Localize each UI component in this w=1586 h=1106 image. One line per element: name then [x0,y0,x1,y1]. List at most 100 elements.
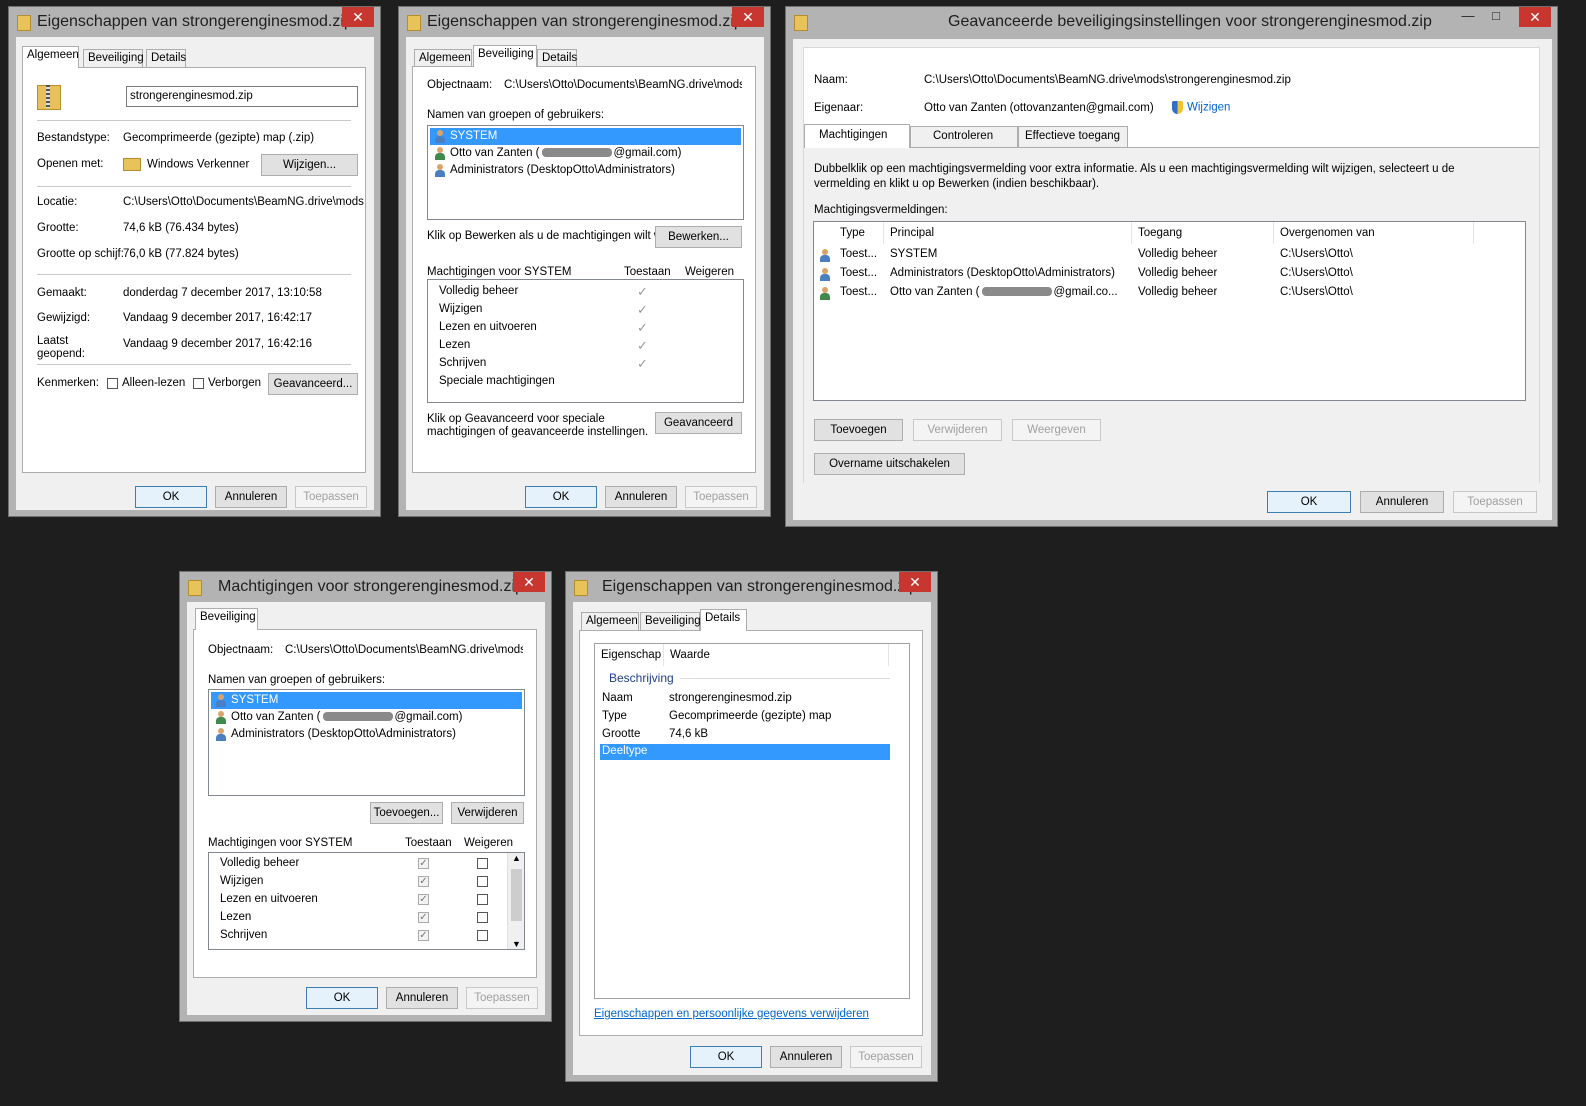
apply-button[interactable]: Toepassen [466,987,538,1009]
minimize-icon[interactable]: — [1455,7,1481,27]
apply-button[interactable]: Toepassen [1453,491,1537,513]
close-icon[interactable]: ✕ [1519,7,1551,27]
tab-security[interactable]: Beveiliging [640,612,701,631]
allow-checkbox[interactable]: ✓ [418,876,429,887]
cell-access: Volledig beheer [1138,267,1218,279]
add-button[interactable]: Toevoegen... [370,802,443,824]
tab-auditing[interactable]: Controleren [910,126,1018,147]
users-list[interactable]: SYSTEM Otto van Zanten (@gmail.com) Admi… [208,689,525,796]
title-bar[interactable]: Eigenschappen van strongerenginesmod.zip… [399,7,770,37]
advanced-button[interactable]: Geavanceerd [655,412,742,434]
ok-button[interactable]: OK [306,987,378,1009]
title-bar[interactable]: Machtigingen voor strongerenginesmod.zip… [180,572,551,602]
allow-header: Toestaan [405,837,452,849]
apply-button[interactable]: Toepassen [295,486,367,508]
check-icon: ✓ [637,338,648,353]
view-button[interactable]: Weergeven [1012,419,1101,441]
deny-checkbox[interactable] [477,930,488,941]
column-inherited-from[interactable]: Overgenomen van [1274,222,1474,244]
close-icon[interactable]: ✕ [342,7,374,27]
scroll-up-icon[interactable]: ▲ [508,853,524,863]
tab-security[interactable]: Beveiliging [473,45,537,67]
close-icon[interactable]: ✕ [732,7,764,27]
remove-button[interactable]: Verwijderen [451,802,524,824]
deny-checkbox[interactable] [477,858,488,869]
allow-checkbox[interactable]: ✓ [418,930,429,941]
scroll-down-icon[interactable]: ▼ [508,939,524,949]
column-property[interactable]: Eigenschap [595,644,664,666]
tab-effective-access[interactable]: Effectieve toegang [1018,126,1128,147]
perm-special: Speciale machtigingen [439,375,555,387]
table-row[interactable]: Toest... Otto van Zanten (@gmail.co... V… [814,284,1514,303]
add-button[interactable]: Toevoegen [814,419,903,441]
tab-details[interactable]: Details [700,609,747,631]
table-row[interactable]: Toest... Administrators (DesktopOtto\Adm… [814,265,1514,284]
maximize-icon[interactable]: □ [1483,7,1509,27]
groups-label: Namen van groepen of gebruikers: [427,109,605,121]
hidden-checkbox[interactable] [193,378,204,389]
cancel-button[interactable]: Annuleren [215,486,287,508]
users-list[interactable]: SYSTEM Otto van Zanten (@gmail.com) Admi… [427,125,744,220]
title-bar[interactable]: Eigenschappen van strongerenginesmod.zip… [566,572,937,602]
open-with-label: Openen met: [37,158,104,170]
change-owner-link[interactable]: Wijzigen [1172,101,1230,114]
close-icon[interactable]: ✕ [899,572,931,592]
scroll-thumb[interactable] [511,869,522,921]
title-bar[interactable]: Geavanceerde beveiligingsinstellingen vo… [786,7,1557,37]
filetype-value: Gecomprimeerde (gezipte) map (.zip) [123,132,315,144]
tab-permissions[interactable]: Machtigingen [804,124,910,148]
allow-checkbox[interactable]: ✓ [418,912,429,923]
group-divider [680,678,890,679]
apply-button[interactable]: Toepassen [850,1046,922,1068]
ok-button[interactable]: OK [525,486,597,508]
tab-panel: Objectnaam: C:\Users\Otto\Documents\Beam… [193,629,537,978]
list-item[interactable]: Otto van Zanten (@gmail.com) [430,145,741,162]
disable-inheritance-button[interactable]: Overname uitschakelen [814,453,965,475]
cancel-button[interactable]: Annuleren [770,1046,842,1068]
selected-row[interactable]: Deeltype [600,744,890,760]
tab-general[interactable]: Algemeen [22,46,79,68]
scrollbar[interactable]: ▲ ▼ [507,853,524,949]
list-item[interactable]: Administrators (DesktopOtto\Administrato… [211,726,522,743]
tab-security[interactable]: Beveiliging [195,608,258,630]
details-list[interactable]: Eigenschap Waarde Beschrijving Naam stro… [594,643,910,999]
column-type[interactable]: Type [834,222,884,244]
ok-button[interactable]: OK [1267,491,1351,513]
ok-button[interactable]: OK [690,1046,762,1068]
deny-checkbox[interactable] [477,894,488,905]
folder-icon [188,580,202,596]
users-group-icon [819,268,831,281]
column-principal[interactable]: Principal [884,222,1132,244]
location-value: C:\Users\Otto\Documents\BeamNG.drive\mod… [123,196,364,208]
remove-button[interactable]: Verwijderen [913,419,1002,441]
list-item[interactable]: Otto van Zanten (@gmail.com) [211,709,522,726]
ok-button[interactable]: OK [135,486,207,508]
column-value[interactable]: Waarde [664,644,889,666]
apply-button[interactable]: Toepassen [685,486,757,508]
permissions-list[interactable]: Volledig beheer ✓ Wijzigen ✓ Lezen en ui… [208,852,525,950]
remove-properties-link[interactable]: Eigenschappen en persoonlijke gegevens v… [594,1008,869,1020]
title-bar[interactable]: Eigenschappen van strongerenginesmod.zip… [9,7,380,37]
list-item[interactable]: Administrators (DesktopOtto\Administrato… [430,162,741,179]
change-program-button[interactable]: Wijzigen... [261,154,358,176]
readonly-checkbox[interactable] [107,378,118,389]
table-row[interactable]: Toest... SYSTEM Volledig beheer C:\Users… [814,246,1514,265]
edit-button[interactable]: Bewerken... [655,226,742,248]
deny-checkbox[interactable] [477,912,488,923]
cancel-button[interactable]: Annuleren [605,486,677,508]
advanced-button[interactable]: Geavanceerd... [268,373,358,395]
column-access[interactable]: Toegang [1132,222,1274,244]
close-icon[interactable]: ✕ [513,572,545,592]
tab-security[interactable]: Beveiliging [83,49,144,68]
deny-checkbox[interactable] [477,876,488,887]
allow-checkbox[interactable]: ✓ [418,894,429,905]
list-item[interactable]: SYSTEM [211,692,522,709]
filename-input[interactable]: strongerenginesmod.zip [126,86,358,107]
allow-checkbox[interactable]: ✓ [418,858,429,869]
tab-general[interactable]: Algemeen [581,612,639,631]
cancel-button[interactable]: Annuleren [1360,491,1444,513]
list-item[interactable]: SYSTEM [430,128,741,145]
tab-details[interactable]: Details [146,49,186,68]
cancel-button[interactable]: Annuleren [386,987,458,1009]
permission-entries-table[interactable]: Type Principal Toegang Overgenomen van T… [813,221,1526,401]
